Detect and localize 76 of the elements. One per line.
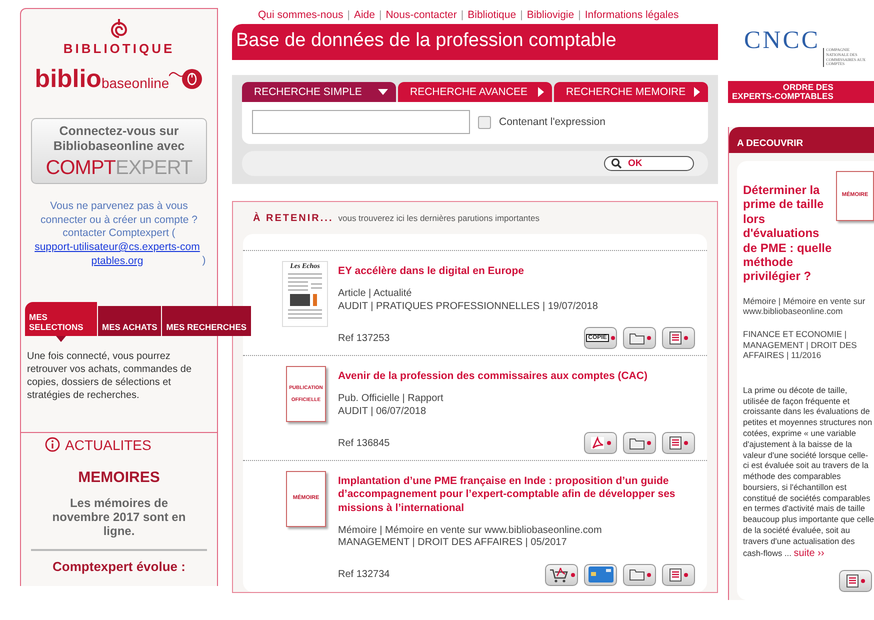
notice-button[interactable]	[839, 570, 872, 592]
search-button[interactable]: OK	[604, 156, 694, 171]
cncc-logo-text: CNCC	[744, 28, 820, 53]
account-tab[interactable]: MES RECHERCHES	[162, 306, 251, 336]
spiral-logo-icon	[109, 17, 129, 39]
ordre-logo: ORDRE DES EXPERTS-COMPTABLES	[728, 81, 874, 104]
result-ref: Ref 136845	[338, 438, 390, 449]
result-title[interactable]: Avenir de la profession des commissaires aux comptes (CAC)	[338, 370, 707, 384]
caret-icon	[378, 89, 388, 95]
nav-link[interactable]: Nous-contacter	[386, 9, 457, 21]
page-banner: Base de données de la profession comptable	[232, 24, 718, 60]
pdf-button[interactable]	[584, 432, 617, 454]
section-heading: A DECOUVRIR	[729, 127, 874, 154]
notice-button[interactable]	[662, 564, 695, 586]
checkbox-label: Contenant l'expression	[499, 116, 606, 128]
nav-link[interactable]: Informations légales	[584, 9, 679, 21]
pdf-icon	[590, 436, 605, 450]
folder-button[interactable]	[623, 327, 656, 350]
discover-topics: FINANCE ET ECONOMIE | MANAGEMENT | DROIT DES AFFAIRES | 11/2016	[743, 329, 858, 361]
checkbox[interactable]	[478, 116, 491, 128]
folder-icon	[628, 332, 644, 345]
discover-meta: Mémoire | Mémoire en vente sur www.bibliobaseonline.com	[743, 296, 866, 318]
help-text: Vous ne parvenez pas à vous connecter ou à créer un compte ? contacter Comptexpert ( support-utilisateur@cs.experts-comptables.org )	[29, 200, 209, 268]
news-heading: ACTUALITES	[65, 436, 152, 453]
document-icon	[669, 436, 682, 450]
discover-title[interactable]: Déterminer la prime de taille lors d'évaluations de PME : quelle méthode privilégier ?	[743, 183, 832, 284]
news-title: Comptexpert évolue :	[52, 558, 186, 574]
card-button[interactable]	[584, 564, 617, 586]
notice-button[interactable]	[662, 432, 695, 454]
logo-text: biblio	[34, 67, 102, 92]
nav-link[interactable]: Qui sommes-nous	[258, 9, 344, 21]
folder-icon	[628, 436, 644, 450]
nav-separator: |	[520, 9, 523, 21]
news-title: MEMOIRES	[77, 468, 161, 486]
nav-separator: |	[460, 9, 464, 21]
nav-separator: |	[578, 9, 581, 21]
nav-link[interactable]: Bibliotique	[468, 9, 516, 21]
search-tab[interactable]: RECHERCHE SIMPLE	[242, 82, 396, 102]
result-meta: Pub. Officielle | Rapport AUDIT | 06/07/2018	[338, 393, 444, 418]
news-text: Les mémoires de novembre 2017 sont en ligne.	[51, 496, 187, 539]
cart-button[interactable]	[545, 564, 578, 586]
search-icon	[611, 158, 622, 169]
document-icon	[669, 331, 682, 346]
section-heading: À RETENIR...	[253, 213, 334, 224]
result-ref: Ref 137253	[338, 332, 390, 344]
nav-link[interactable]: Aide	[354, 9, 375, 21]
credit-card-icon	[588, 566, 614, 584]
info-icon	[45, 437, 60, 452]
notice-button[interactable]	[662, 327, 695, 350]
logo-text: BIBLIOTIQUE	[63, 41, 175, 56]
nav-separator: |	[347, 9, 350, 21]
folder-button[interactable]	[623, 564, 656, 586]
search-tab[interactable]: RECHERCHE MEMOIRE	[554, 82, 708, 102]
account-description: Une fois connecté, vous pourrez retrouver vos achats, commandes de copies, dossiers de sélections et stratégies de recherches.	[27, 350, 193, 402]
tab-pointer-icon	[56, 336, 66, 342]
result-title[interactable]: EY accélère dans le digital en Europe	[338, 265, 707, 278]
more-link[interactable]: suite ››	[794, 548, 824, 559]
result-title[interactable]: Implantation d’une PME française en Inde : proposition d’un guide d’accompagnement pour l’expert-comptable afin de développer ses missions à l’international	[338, 475, 707, 515]
folder-icon	[628, 568, 644, 582]
login-button[interactable]: Connectez-vous sur Bibliobaseonline avec COMPTEXPERT	[31, 118, 207, 184]
nav-link[interactable]: Bibliovigie	[526, 9, 574, 21]
search-tab[interactable]: RECHERCHE AVANCEE	[398, 82, 552, 102]
email-link[interactable]: support-utilisateur@cs.experts-comptables.org	[32, 240, 202, 268]
document-icon	[846, 574, 859, 588]
result-ref: Ref 132734	[338, 569, 390, 580]
folder-button[interactable]	[623, 432, 656, 454]
nav-separator: |	[378, 9, 382, 21]
logo-text: baseonline	[101, 75, 170, 92]
cart-pdf-icon	[548, 566, 568, 583]
result-meta: Article | Actualité AUDIT | PRATIQUES PROFESSIONNELLES | 19/07/2018	[338, 288, 599, 314]
search-field[interactable]	[252, 110, 470, 134]
document-icon	[669, 568, 682, 582]
result-meta: Mémoire | Mémoire en vente sur www.bibliobaseonline.com MANAGEMENT | DROIT DES AFFAIRES | 05/2017	[338, 524, 603, 550]
section-subheading: vous trouverez ici les dernières parutions importantes	[338, 213, 540, 223]
account-tab[interactable]: MES ACHATS	[98, 306, 162, 336]
discover-text: La prime ou décote de taille, utilisée de façon fréquente et croissante dans les évaluations de petites et moyennes structures non cotées, exprime « une variable d'ajustement à la baisse de la valeur d'une société lorsque celle-ci est évaluée soit au travers de la méthode des comparables boursiers, si l'échantillon est constitué de sociétés comparables en termes d'activité mais de taille beaucoup plus importante que celle de la société évaluée, soit au travers d'une actualisation des cash-flows ... suite ››	[743, 384, 874, 560]
